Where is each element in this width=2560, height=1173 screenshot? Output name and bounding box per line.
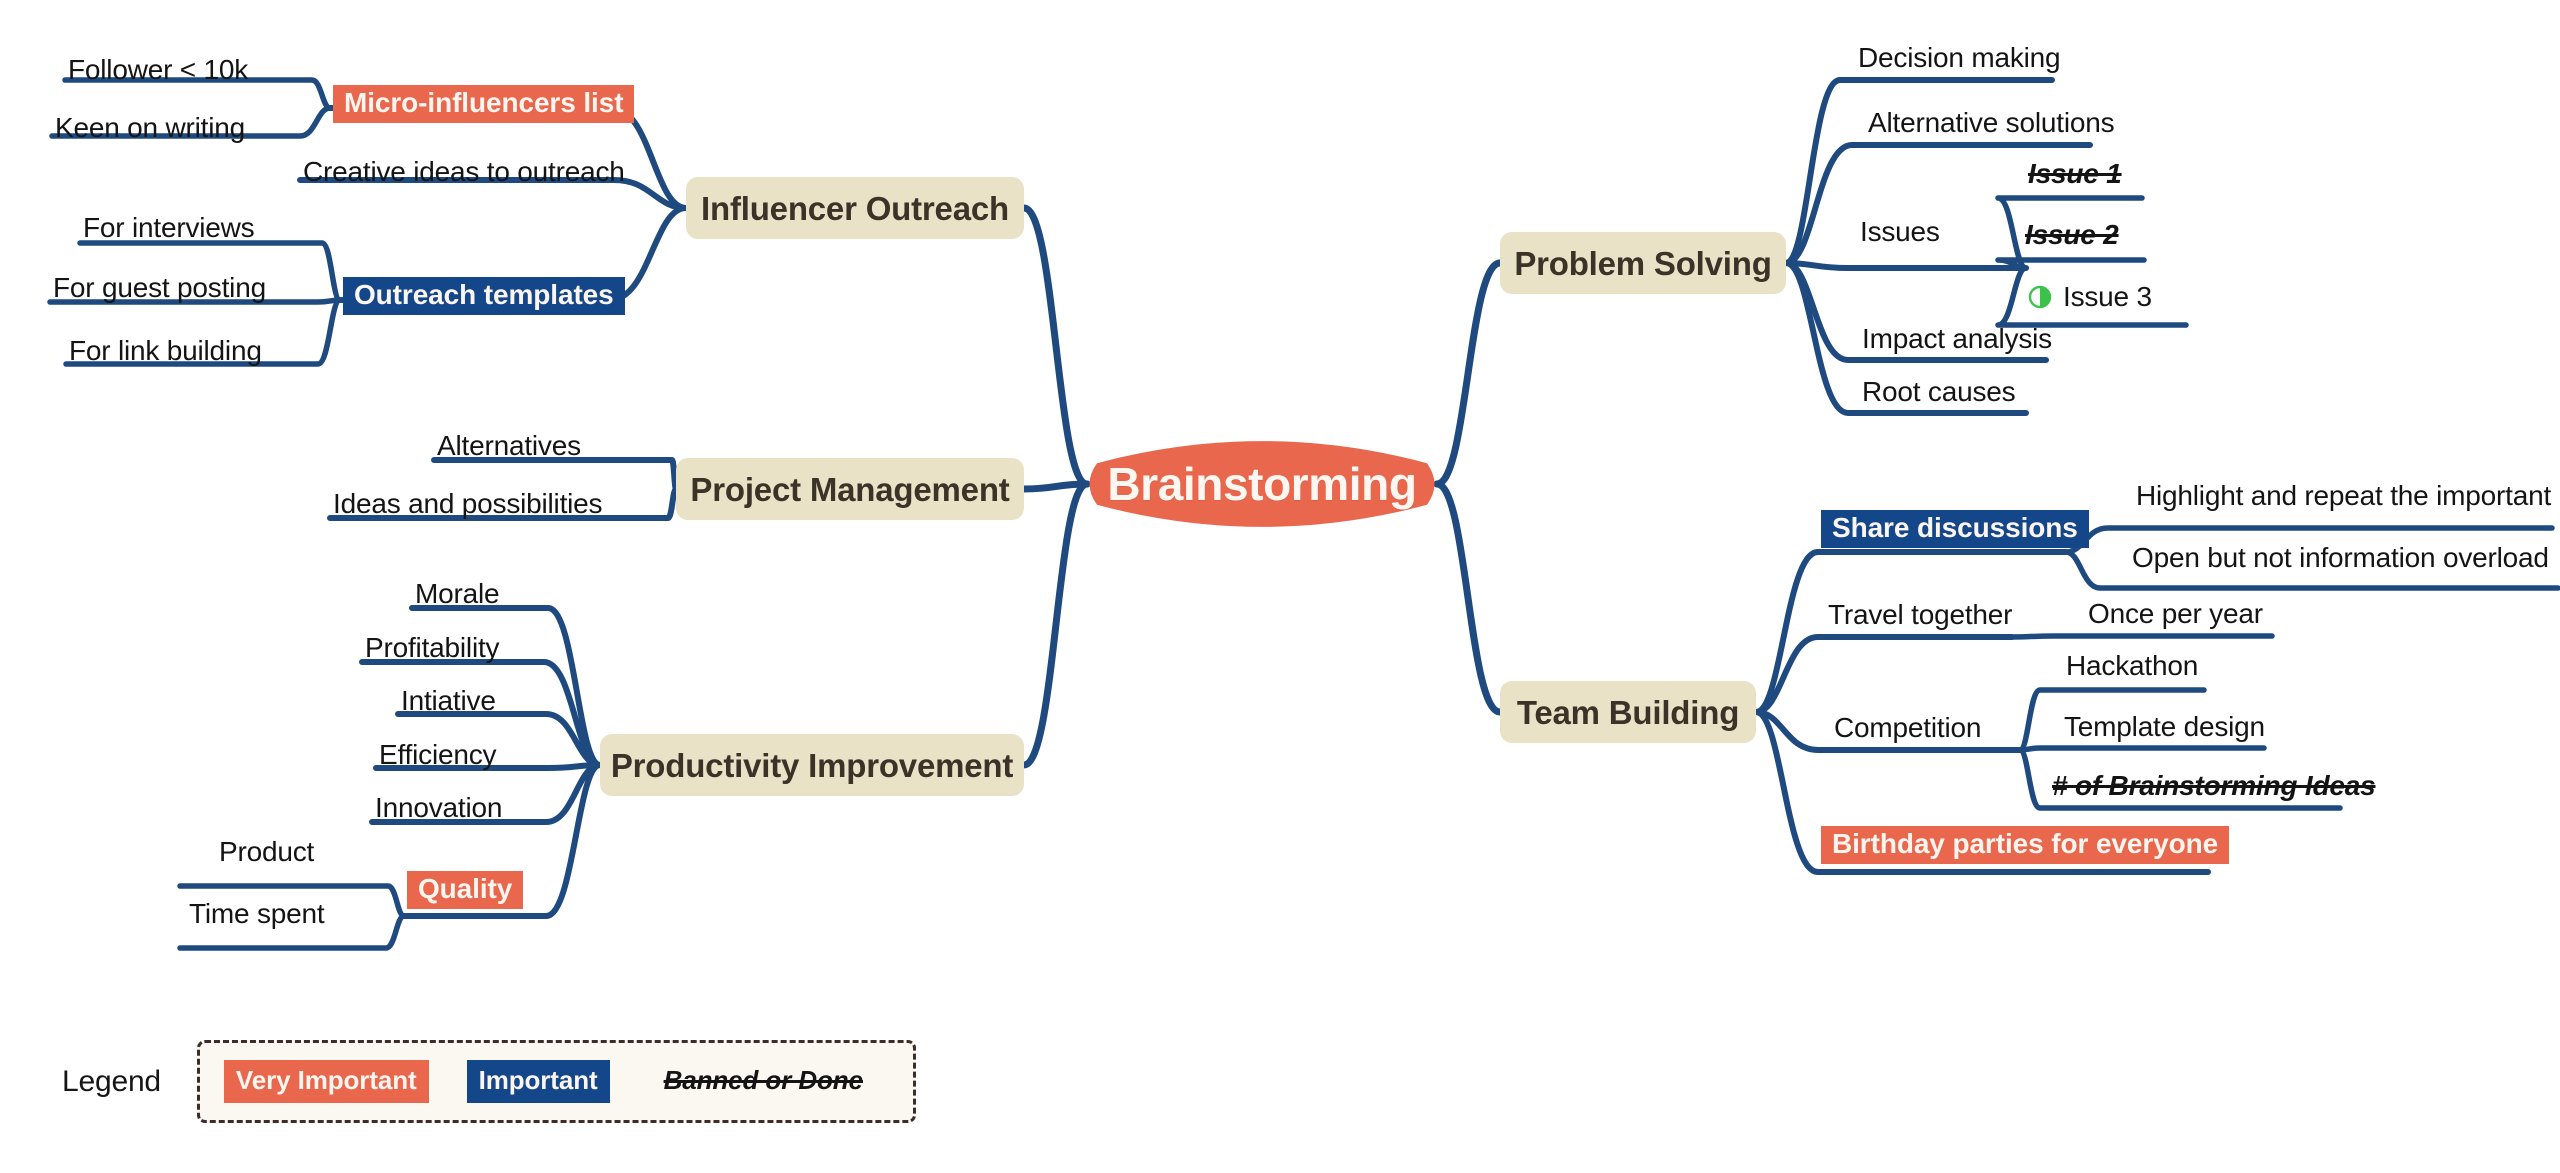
topic-label: Outreach templates <box>354 279 614 310</box>
topic-of-brainstorming-ideas: # of Brainstorming Ideas <box>2052 772 2376 800</box>
topic-efficiency: Efficiency <box>379 739 497 770</box>
legend-chip-banned-or-done: Banned or Done <box>663 1065 863 1095</box>
topic-label: Share discussions <box>1832 512 2078 543</box>
topic-label: For interviews <box>83 212 255 243</box>
topic-alternative-solutions: Alternative solutions <box>1868 107 2115 138</box>
topic-share-discussions[interactable]: Share discussions <box>1821 510 2089 548</box>
topic-label: Issue 1 <box>2028 158 2122 189</box>
topic-label: Issues <box>1860 216 1940 247</box>
topic-label: For link building <box>69 335 262 366</box>
mindmap-canvas: Brainstorming Influencer Outreach Micro-in… <box>0 0 2560 1173</box>
legend-chip-important: Important <box>466 1060 610 1103</box>
topic-label: Competition <box>1834 712 1982 743</box>
legend: Legend Very Important Important Banned o… <box>62 1040 916 1123</box>
topic-label: Impact analysis <box>1862 323 2052 354</box>
central-topic[interactable]: Brainstorming <box>1081 432 1443 536</box>
topic-label: Birthday parties for everyone <box>1832 828 2219 859</box>
topic-label: Product <box>219 836 315 867</box>
topic-label: Root causes <box>1862 376 2016 407</box>
topic-travel-together: Travel together <box>1828 601 2012 629</box>
topic-label: Alternatives <box>437 430 581 461</box>
topic-label: For guest posting <box>53 272 266 303</box>
topic-micro-influencers-list[interactable]: Micro-influencers list <box>333 85 635 123</box>
topic-for-guest-posting: For guest posting <box>53 274 266 302</box>
main-topic-team-building[interactable]: Team Building <box>1500 681 1756 743</box>
topic-alternatives: Alternatives <box>437 432 581 460</box>
main-topic-label: Team Building <box>1516 693 1740 731</box>
topic-open-but-not-information-overload: Open but not information overload <box>2132 544 2549 572</box>
topic-impact-analysis: Impact analysis <box>1862 325 2052 353</box>
topic-label: Travel together <box>1828 599 2013 630</box>
topic-outreach-templates[interactable]: Outreach templates <box>343 277 625 315</box>
topic-label: Quality <box>418 873 513 904</box>
topic-decision-making: Decision making <box>1858 42 2061 73</box>
main-topic-label: Problem Solving <box>1514 244 1772 282</box>
topic-label: Alternative solutions <box>1868 107 2115 138</box>
topic-label: Ideas and possibilities <box>333 488 603 519</box>
topic-keen-on-writing: Keen on writing <box>55 114 245 142</box>
topic-label: Creative ideas to outreach <box>303 156 625 187</box>
topic-morale: Morale <box>415 578 500 609</box>
topic-label: Micro-influencers list <box>344 87 624 118</box>
topic-profitability: Profitability <box>365 632 500 663</box>
topic-competition: Competition <box>1834 714 1981 742</box>
topic-label: Intiative <box>401 685 496 716</box>
topic-issues: Issues <box>1860 218 1940 246</box>
topic-once-per-year: Once per year <box>2088 600 2263 628</box>
topic-time-spent: Time spent <box>189 898 325 929</box>
topic-label: Innovation <box>375 792 503 823</box>
topic-issue-2: Issue 2 <box>2025 221 2119 249</box>
topic-label: Efficiency <box>379 739 497 770</box>
topic-label: Open but not information overload <box>2132 542 2549 573</box>
topic-birthday-parties-for-everyone[interactable]: Birthday parties for everyone <box>1821 826 2230 864</box>
topic-root-causes: Root causes <box>1862 376 2016 407</box>
topic-label: Issue 3 <box>2063 281 2152 312</box>
topic-highlight-and-repeat-the-important: Highlight and repeat the important <box>2136 482 2551 510</box>
topic-ideas-and-possibilities: Ideas and possibilities <box>333 488 603 519</box>
main-topic-productivity-improvement[interactable]: Productivity Improvement <box>600 734 1024 796</box>
main-topic-project-management[interactable]: Project Management <box>676 458 1024 520</box>
central-topic-label: Brainstorming <box>1107 458 1417 510</box>
topic-issue-1: Issue 1 <box>2028 160 2122 188</box>
topic-follower-10k: Follower < 10k <box>68 56 248 84</box>
topic-hackathon: Hackathon <box>2066 652 2198 680</box>
progress-half-icon <box>2028 285 2052 309</box>
main-topic-label: Influencer Outreach <box>701 189 1009 227</box>
topic-label: Issue 2 <box>2025 219 2119 250</box>
main-topic-label: Project Management <box>690 470 1010 508</box>
topic-for-interviews: For interviews <box>83 212 255 243</box>
topic-innovation: Innovation <box>375 794 502 822</box>
legend-title: Legend <box>62 1064 161 1098</box>
topic-product: Product <box>219 838 314 866</box>
topic-label: Time spent <box>189 898 325 929</box>
legend-box: Very Important Important Banned or Done <box>196 1040 916 1123</box>
topic-for-link-building: For link building <box>69 337 262 365</box>
main-topic-label: Productivity Improvement <box>610 746 1014 784</box>
topic-label: Morale <box>415 578 500 609</box>
topic-intiative: Intiative <box>401 687 496 715</box>
main-topic-influencer-outreach[interactable]: Influencer Outreach <box>686 177 1024 239</box>
main-topic-problem-solving[interactable]: Problem Solving <box>1500 232 1786 294</box>
topic-label: Hackathon <box>2066 650 2199 681</box>
topic-label: Follower < 10k <box>68 54 249 85</box>
topic-quality[interactable]: Quality <box>407 871 524 909</box>
topic-label: # of Brainstorming Ideas <box>2052 770 2376 801</box>
topic-label: Highlight and repeat the important <box>2136 480 2552 511</box>
topic-issue-3: Issue 3 <box>2028 283 2152 311</box>
topic-label: Once per year <box>2088 598 2263 629</box>
topic-label: Keen on writing <box>55 112 246 143</box>
topic-label: Template design <box>2064 711 2265 742</box>
topic-label: Decision making <box>1858 42 2061 73</box>
topic-creative-ideas-to-outreach: Creative ideas to outreach <box>303 158 625 186</box>
topic-label: Profitability <box>365 632 500 663</box>
topic-template-design: Template design <box>2064 713 2265 741</box>
legend-chip-very-important: Very Important <box>223 1060 429 1103</box>
